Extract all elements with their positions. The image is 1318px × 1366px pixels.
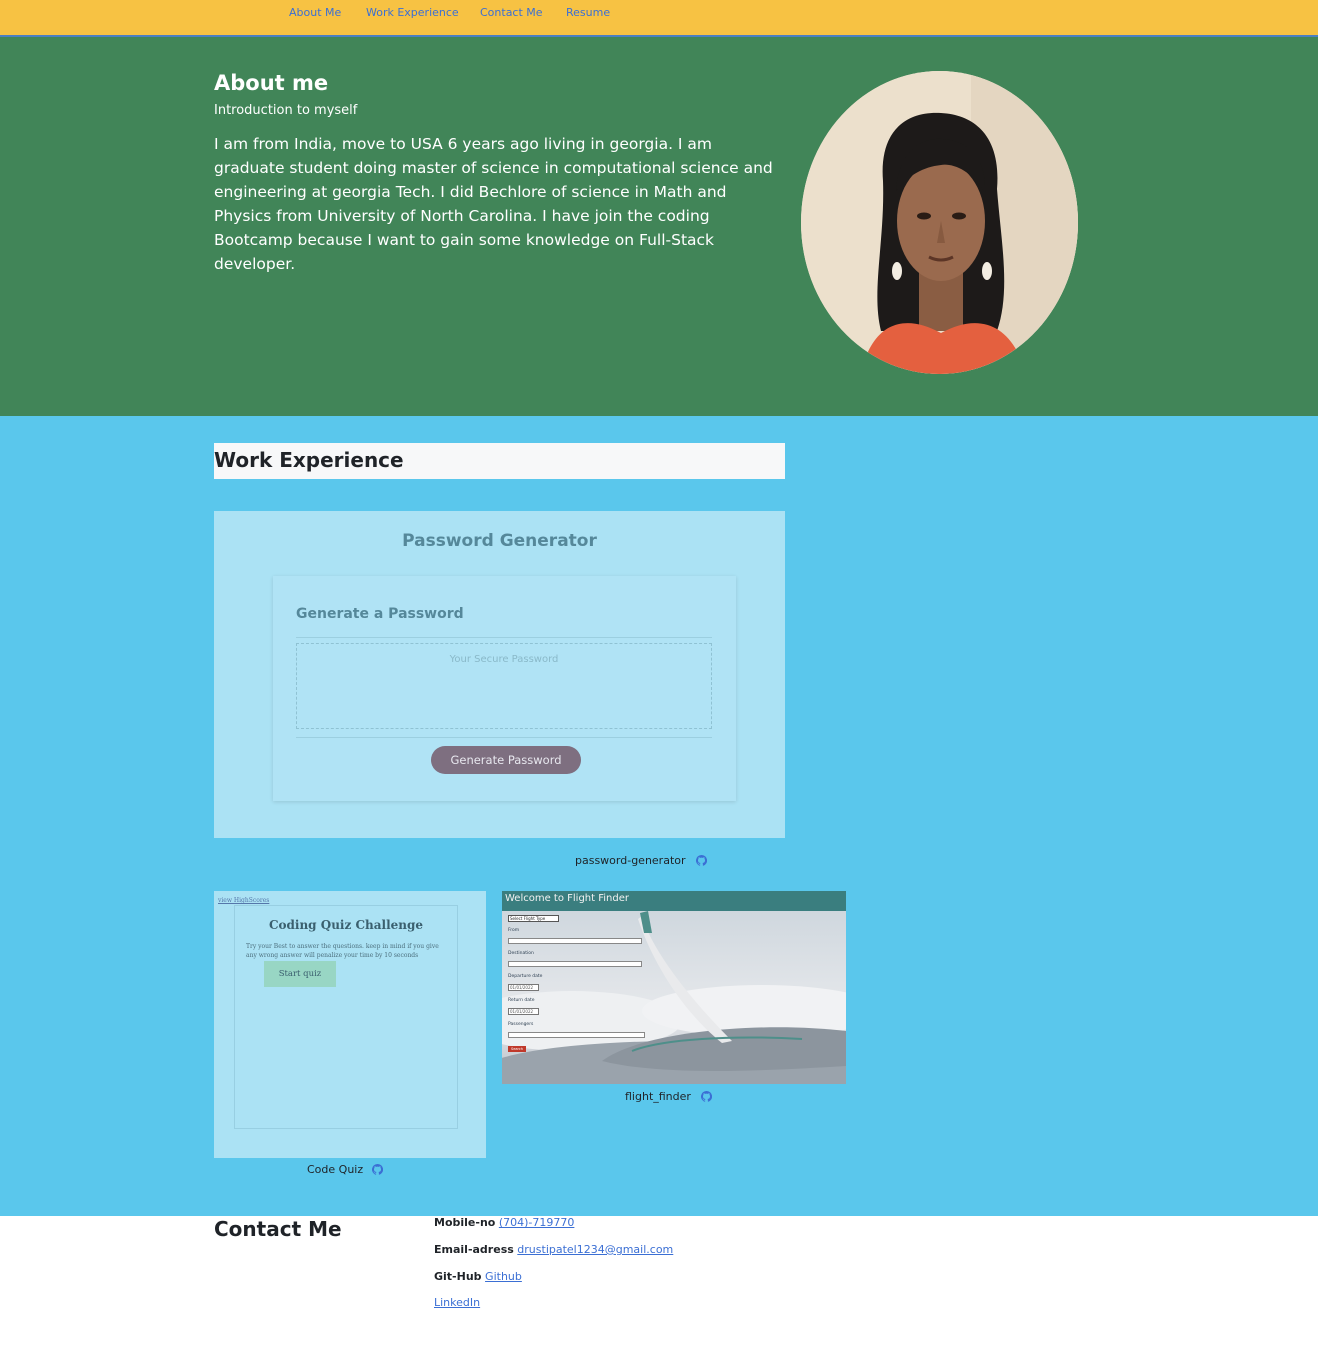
github-icon[interactable] <box>696 855 707 866</box>
ff-label: From <box>508 928 520 933</box>
about-subtitle: Introduction to myself <box>214 103 358 118</box>
contact-linkedin: LinkedIn <box>434 1296 480 1309</box>
pw-output-box: Your Secure Password <box>296 643 712 729</box>
top-nav: About Me Work Experience Contact Me Resu… <box>0 0 1318 37</box>
quiz-frame: Coding Quiz Challenge Try your Best to a… <box>234 905 458 1129</box>
pw-card: Generate a Password Your Secure Password… <box>273 576 736 801</box>
nav-link-resume[interactable]: Resume <box>566 6 610 19</box>
ff-label: Passengers <box>508 1022 534 1027</box>
profile-photo <box>801 71 1078 374</box>
ff-from-input <box>508 938 642 944</box>
flight-finder-screenshot[interactable]: Welcome to Flight Finder Select Flight T… <box>502 891 846 1084</box>
ff-label: Departure date <box>508 974 543 979</box>
ff-flight-type-select: Select Flight Type <box>508 915 559 922</box>
github-icon[interactable] <box>701 1091 712 1102</box>
pw-card-title: Generate a Password <box>296 606 464 622</box>
linkedin-link[interactable]: LinkedIn <box>434 1296 480 1309</box>
nav-link-contact-me[interactable]: Contact Me <box>480 6 543 19</box>
ff-return-input: 01/01/2022 <box>508 1008 539 1015</box>
github-label: Git-Hub <box>434 1270 482 1283</box>
contact-title: Contact Me <box>214 1217 342 1241</box>
work-title: Work Experience <box>214 448 404 472</box>
github-icon[interactable] <box>372 1164 383 1175</box>
contact-section: Contact Me Mobile-no (704)-719770 Email-… <box>0 1216 1318 1366</box>
project-caption-flight-finder: flight_finder <box>625 1090 691 1103</box>
pw-heading: Password Generator <box>402 531 597 551</box>
mobile-link[interactable]: (704)-719770 <box>499 1216 575 1229</box>
ff-search-button: Search <box>508 1046 526 1052</box>
contact-mobile: Mobile-no (704)-719770 <box>434 1216 574 1229</box>
about-section: About me Introduction to myself I am fro… <box>0 37 1318 416</box>
mobile-label: Mobile-no <box>434 1216 496 1229</box>
ff-destination-input <box>508 961 642 967</box>
password-generator-screenshot[interactable]: Password Generator Generate a Password Y… <box>214 511 785 838</box>
about-body: I am from India, move to USA 6 years ago… <box>214 135 773 273</box>
ff-header: Welcome to Flight Finder <box>502 891 846 911</box>
contact-email: Email-adress drustipatel1234@gmail.com <box>434 1243 673 1256</box>
ff-label: Destination <box>508 951 534 956</box>
contact-github: Git-Hub Github <box>434 1270 522 1283</box>
quiz-heading: Coding Quiz Challenge <box>268 918 424 932</box>
nav-link-work-experience[interactable]: Work Experience <box>366 6 459 19</box>
work-title-bar: Work Experience <box>214 443 785 479</box>
pw-divider <box>296 637 712 638</box>
quiz-highscores-link: view HighScores <box>218 897 270 904</box>
ff-departure-input: 01/01/2022 <box>508 984 539 991</box>
ff-passengers-input <box>508 1032 645 1038</box>
ff-label: Return date <box>508 998 535 1003</box>
quiz-instructions: Try your Best to answer the questions. k… <box>246 943 439 959</box>
work-section: Work Experience Password Generator Gener… <box>0 416 1318 1216</box>
pw-placeholder: Your Secure Password <box>449 654 559 665</box>
profile-photo-illustration <box>801 71 1078 374</box>
project-caption-password-generator: password-generator <box>575 854 686 867</box>
email-label: Email-adress <box>434 1243 514 1256</box>
project-caption-code-quiz: Code Quiz <box>307 1163 364 1176</box>
pw-divider <box>296 737 712 738</box>
pw-generate-button: Generate Password <box>431 746 581 774</box>
quiz-start-button: Start quiz <box>264 961 336 987</box>
about-title: About me <box>214 71 329 95</box>
airplane-photo <box>502 911 846 1084</box>
email-link[interactable]: drustipatel1234@gmail.com <box>517 1243 673 1256</box>
nav-link-about-me[interactable]: About Me <box>289 6 341 19</box>
github-link[interactable]: Github <box>485 1270 522 1283</box>
code-quiz-screenshot[interactable]: view HighScores Coding Quiz Challenge Tr… <box>214 891 486 1158</box>
